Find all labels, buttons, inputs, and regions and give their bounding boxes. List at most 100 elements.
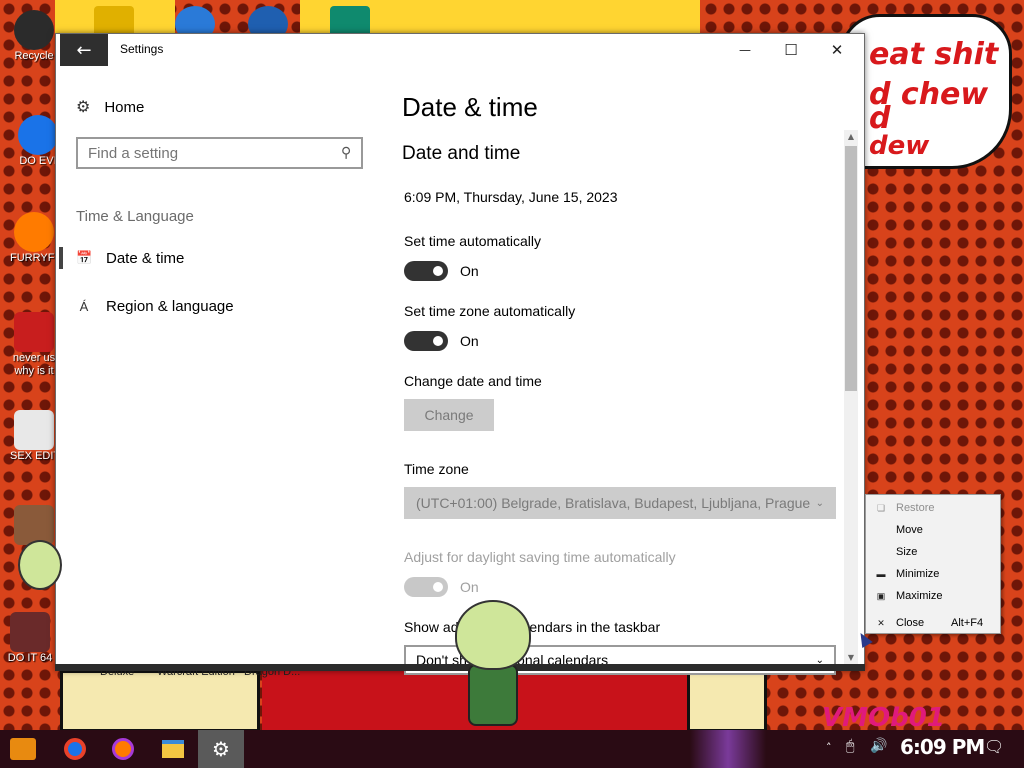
menu-item-minimize[interactable]: ▬ Minimize (866, 564, 1000, 584)
taskbar-firefox[interactable] (100, 730, 146, 768)
menu-item-label: Close (896, 617, 925, 629)
calendars-label: Show ad alendars in the taskbar (404, 619, 660, 635)
file-explorer-icon (162, 740, 184, 758)
scrollbar-thumb[interactable] (845, 146, 857, 391)
menu-item-label: Maximize (896, 590, 943, 602)
sidebar-item-region-language[interactable]: Á Region & language (76, 290, 234, 322)
window-title: Settings (120, 42, 164, 56)
devcpp-icon (14, 312, 54, 352)
section-title: Date and time (402, 143, 521, 164)
character-side (18, 540, 62, 590)
close-shortcut: Alt+F4 (951, 617, 984, 629)
desktop-icon-label: never us why is it (12, 352, 56, 377)
search-box[interactable]: ⚲ (76, 137, 363, 169)
sidebar-item-label: Region & language (106, 297, 234, 315)
character-head (455, 600, 531, 670)
chevron-up-icon[interactable]: ˄ (826, 741, 832, 754)
calendars-label-end: alendars in the taskbar (518, 619, 661, 635)
firefox-icon (112, 738, 134, 760)
taskbar-decoration (690, 730, 766, 768)
desktop-icon-recycle[interactable]: Recycle (10, 10, 58, 63)
volume-icon[interactable]: 🔊 (870, 738, 887, 754)
time-zone-select[interactable]: (UTC+01:00) Belgrade, Bratislava, Budape… (404, 487, 836, 519)
menu-item-restore[interactable]: ❏ Restore (866, 498, 1000, 518)
chevron-down-icon: ⌄ (815, 497, 824, 509)
time-zone-value: (UTC+01:00) Belgrade, Bratislava, Budape… (416, 495, 811, 511)
taskbar-chrome[interactable] (52, 730, 98, 768)
taskbar-settings[interactable]: ⚙ (198, 730, 244, 768)
current-datetime: 6:09 PM, Thursday, June 15, 2023 (404, 189, 618, 205)
minimize-button[interactable]: — (722, 34, 768, 66)
close-icon: ✕ (830, 41, 844, 59)
watermark: VMOb01 (822, 703, 945, 733)
search-icon: ⚲ (340, 145, 351, 161)
hex-editor-icon (14, 410, 54, 450)
portrait-icon (14, 505, 54, 545)
search-input[interactable] (88, 144, 318, 162)
wallpaper-floor-right (687, 670, 767, 732)
menu-item-label: Minimize (896, 568, 940, 580)
set-time-auto-toggle[interactable] (404, 261, 448, 281)
scroll-down-arrow-icon[interactable]: ▼ (844, 651, 858, 665)
set-tz-auto-toggle[interactable] (404, 331, 448, 351)
settings-icon: ⚙ (212, 737, 230, 761)
desktop-icon-devcpp[interactable]: never us why is it (10, 312, 58, 378)
desktop-icon-hex[interactable]: SEX EDIT (10, 410, 58, 463)
menu-item-label: Size (896, 546, 918, 558)
maximize-button[interactable]: ☐ (768, 34, 814, 66)
sidebar-home[interactable]: ⚙ Home (76, 97, 144, 117)
taskbar-file-explorer[interactable] (150, 730, 196, 768)
set-time-auto-state: On (460, 263, 479, 279)
restore-icon: ❏ (876, 502, 886, 513)
notification-icon[interactable]: 🗨 (984, 737, 1004, 756)
menu-item-close[interactable]: ✕ Close Alt+F4 (866, 613, 1000, 633)
minimize-icon: — (739, 43, 751, 57)
desktop-icon-firefox[interactable]: FURRYFU (10, 212, 58, 265)
maximize-icon: ☐ (784, 41, 798, 59)
page-title: Date & time (402, 92, 538, 122)
desktop-icon-label: DO IT 64 (7, 652, 53, 664)
firefox-icon (14, 212, 54, 252)
menu-item-maximize[interactable]: ▣ Maximize (866, 586, 1000, 606)
desktop-icon-label: FURRYFU (10, 252, 58, 264)
calendar-clock-icon: 📅 (76, 250, 93, 265)
title-bar[interactable]: ← Settings — ☐ ✕ (56, 34, 864, 66)
daylight-state: On (460, 579, 479, 595)
settings-window: ← Settings — ☐ ✕ ⚙ Home ⚲ Time & Languag… (55, 33, 865, 675)
change-button[interactable]: Change (404, 399, 494, 431)
set-time-auto-label: Set time automatically (404, 233, 541, 249)
window-bottom-border (55, 664, 865, 671)
network-icon[interactable]: 🖱 (846, 738, 854, 754)
sidebar-item-date-time[interactable]: 📅 Date & time (76, 242, 184, 274)
chrome-icon (18, 115, 58, 155)
recycle-icon (14, 10, 54, 50)
desktop-icon-label: SEX EDIT (10, 450, 58, 462)
calendars-label-start: Show ad (404, 619, 459, 635)
gear-icon: ⚙ (76, 99, 91, 116)
daylight-toggle[interactable] (404, 577, 448, 597)
back-arrow-icon: ← (76, 39, 92, 61)
maximize-icon: ▣ (876, 590, 886, 601)
scroll-up-arrow-icon[interactable]: ▲ (844, 130, 858, 144)
menu-item-label: Move (896, 524, 923, 536)
menu-item-label: Restore (896, 502, 935, 514)
section-label: Time & Language (76, 208, 194, 225)
home-label: Home (104, 98, 145, 116)
sidebar-item-label: Date & time (106, 249, 185, 267)
desktop-icon-game[interactable]: DO IT 64 (6, 612, 54, 665)
menu-item-size[interactable]: Size (866, 542, 1000, 562)
set-tz-auto-label: Set time zone automatically (404, 303, 576, 319)
character-body (468, 664, 518, 726)
back-button[interactable]: ← (60, 34, 108, 66)
menu-item-move[interactable]: Move (866, 520, 1000, 540)
close-button[interactable]: ✕ (814, 34, 860, 66)
start-icon (10, 738, 36, 760)
speech-line-1: eat shit (869, 37, 999, 72)
start-button[interactable] (0, 730, 46, 768)
window-context-menu: ❏ Restore Move Size ▬ Minimize ▣ Maximiz… (865, 494, 1001, 634)
speech-line-4: dew (869, 131, 930, 161)
wallpaper-floor-left (60, 670, 260, 732)
speech-bubble: eat shit d chew d dew (840, 14, 1012, 169)
selected-indicator (59, 247, 63, 269)
taskbar-clock[interactable]: 6:09 PM (900, 735, 985, 759)
